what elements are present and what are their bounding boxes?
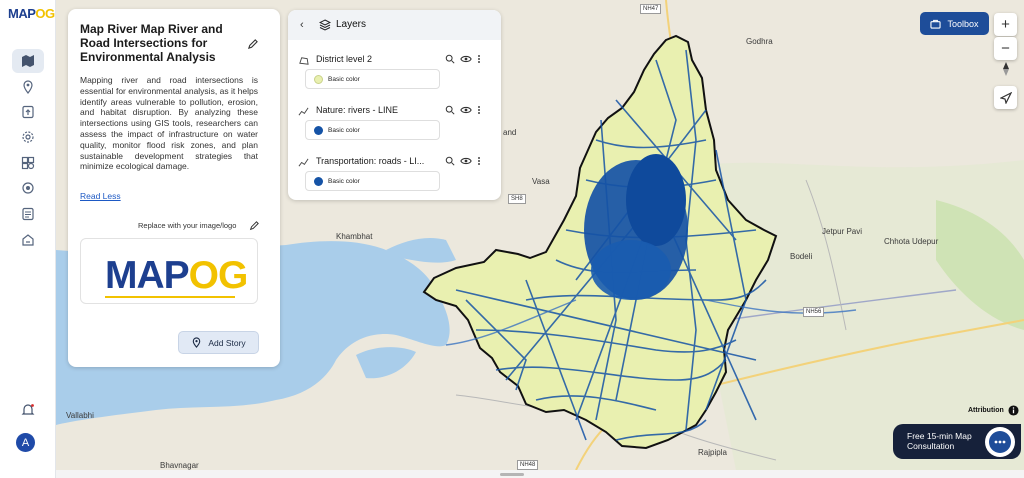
layers-stack-icon (319, 19, 331, 31)
app-logo[interactable]: MAPOG (8, 6, 55, 21)
layer-row[interactable]: Transportation: roads - LI... Basic colo… (288, 152, 501, 204)
layers-grid-icon (21, 156, 35, 170)
layer-style-selector[interactable]: Basic color (305, 69, 440, 89)
zoom-in-button[interactable]: + (994, 13, 1017, 36)
place-label: Khambhat (336, 232, 373, 241)
bell-icon (21, 404, 35, 415)
layer-name: District level 2 (316, 54, 373, 64)
place-label: Vallabhi (66, 411, 94, 420)
sidebar-share-button[interactable] (12, 228, 44, 252)
style-label: Basic color (328, 75, 360, 83)
chat-button[interactable] (985, 427, 1015, 457)
more-options-icon[interactable] (477, 54, 481, 64)
layer-row[interactable]: District level 2 Basic color (288, 50, 501, 102)
back-chevron-icon[interactable]: ‹ (300, 19, 304, 31)
toolbox-button[interactable]: Toolbox (920, 12, 989, 35)
edit-logo-pencil-icon[interactable] (249, 221, 259, 231)
place-label: and (503, 128, 517, 137)
layer-name: Nature: rivers - LINE (316, 105, 399, 115)
road-badge: NH48 (517, 460, 539, 470)
place-label: Bodeli (790, 252, 813, 261)
zoom-to-layer-icon[interactable] (445, 156, 455, 166)
visibility-eye-icon[interactable] (460, 156, 472, 166)
compass-button[interactable] (994, 56, 1017, 81)
sidebar-checklist-button[interactable] (12, 202, 44, 226)
info-icon (1008, 405, 1019, 416)
place-label: Jetpur Pavi (822, 227, 863, 236)
location-pin-icon (23, 80, 33, 94)
story-panel: Map River Map River and Road Intersectio… (68, 9, 280, 367)
sidebar-target-button[interactable] (12, 176, 44, 200)
place-label: Chhota Udepur (884, 237, 939, 246)
sidebar-layers-button[interactable] (12, 151, 44, 175)
sidebar-settings-button[interactable] (12, 125, 44, 149)
locate-me-button[interactable] (994, 86, 1017, 109)
layers-title: Layers (336, 19, 367, 30)
zoom-to-layer-icon[interactable] (445, 105, 455, 115)
color-swatch (314, 125, 323, 135)
settings-gear-icon (22, 131, 34, 143)
layer-name: Transportation: roads - LI... (316, 156, 425, 166)
bottom-drawer (56, 470, 1024, 478)
place-label: Bhavnagar (160, 461, 199, 470)
visibility-eye-icon[interactable] (460, 54, 472, 64)
more-options-icon[interactable] (477, 105, 481, 115)
logo-underline (105, 296, 235, 298)
chat-bubble-icon (989, 431, 1011, 453)
sidebar-upload-button[interactable] (12, 100, 44, 124)
add-story-button[interactable]: Add Story (178, 331, 259, 354)
share-icon (22, 234, 34, 246)
layers-panel: ‹ Layers District level 2 Basic color Na… (288, 10, 501, 200)
user-avatar[interactable]: A (16, 433, 35, 452)
briefcase-icon (930, 19, 942, 29)
story-title: Map River Map River and Road Intersectio… (80, 22, 223, 64)
map-icon (22, 55, 34, 67)
color-swatch (314, 176, 323, 186)
story-logo-box[interactable]: MAPOG (80, 238, 258, 304)
location-pin-icon (193, 337, 201, 348)
road-badge: NH56 (803, 307, 825, 317)
color-swatch (314, 74, 323, 84)
edit-pencil-icon[interactable] (247, 39, 258, 50)
polygon-icon (299, 57, 309, 65)
story-description: Mapping river and road intersections is … (80, 75, 258, 172)
layers-header: ‹ Layers (288, 10, 501, 40)
place-label: Rajpipla (698, 448, 727, 457)
layer-style-selector[interactable]: Basic color (305, 120, 440, 140)
left-sidebar: MAPOG A (0, 0, 56, 478)
sidebar-location-button[interactable] (12, 75, 44, 99)
layer-row[interactable]: Nature: rivers - LINE Basic color (288, 101, 501, 153)
read-less-link[interactable]: Read Less (80, 191, 121, 201)
notifications-button[interactable] (12, 398, 44, 422)
visibility-eye-icon[interactable] (460, 105, 472, 115)
zoom-to-layer-icon[interactable] (445, 54, 455, 64)
style-label: Basic color (328, 177, 360, 185)
drawer-handle[interactable] (500, 473, 524, 476)
upload-icon (22, 105, 34, 119)
attribution-control[interactable]: Attribution (968, 405, 1019, 416)
navigation-arrow-icon (999, 91, 1012, 104)
road-badge: NH47 (640, 4, 662, 14)
road-badge: SH8 (508, 194, 526, 204)
sidebar-map-button[interactable] (12, 49, 44, 73)
line-icon (298, 158, 309, 167)
place-label: Vasa (532, 177, 550, 186)
target-icon (22, 182, 34, 194)
more-options-icon[interactable] (477, 156, 481, 166)
place-label: Godhra (746, 37, 773, 46)
checklist-icon (22, 207, 34, 221)
line-icon (298, 107, 309, 116)
replace-logo-label: Replace with your image/logo (138, 221, 237, 230)
style-label: Basic color (328, 126, 360, 134)
story-logo: MAPOG (105, 254, 248, 297)
layer-style-selector[interactable]: Basic color (305, 171, 440, 191)
compass-icon (1002, 61, 1009, 76)
